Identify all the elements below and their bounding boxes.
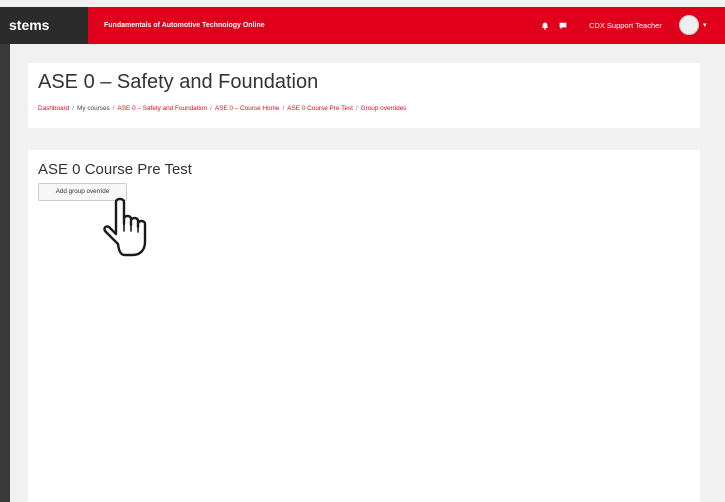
breadcrumb-course[interactable]: ASE 0 – Safety and Foundation bbox=[118, 105, 208, 112]
hand-pointer-icon bbox=[103, 197, 147, 257]
breadcrumb-my-courses: My courses bbox=[77, 105, 110, 112]
breadcrumb: Dashboard / My courses / ASE 0 – Safety and … bbox=[38, 105, 406, 112]
speech-bubble-icon[interactable] bbox=[559, 22, 567, 30]
breadcrumb-pre-test[interactable]: ASE 0 Course Pre Test bbox=[287, 105, 353, 112]
brand-logo[interactable]: stems bbox=[0, 7, 88, 44]
avatar[interactable] bbox=[679, 15, 699, 35]
breadcrumb-separator: / bbox=[72, 105, 75, 112]
breadcrumb-course-home[interactable]: ASE 0 – Course Home bbox=[215, 105, 280, 112]
breadcrumb-separator: / bbox=[210, 105, 212, 112]
section-title: ASE 0 Course Pre Test bbox=[38, 161, 192, 178]
page-title: ASE 0 – Safety and Foundation bbox=[38, 71, 319, 93]
breadcrumb-dashboard[interactable]: Dashboard bbox=[38, 105, 69, 112]
site-name-link[interactable]: Fundamentals of Automotive Technology On… bbox=[104, 7, 265, 44]
chevron-down-icon[interactable]: ▾ bbox=[703, 7, 707, 44]
breadcrumb-separator: / bbox=[112, 105, 115, 112]
top-navbar: stems Fundamentals of Automotive Technol… bbox=[0, 7, 725, 44]
breadcrumb-group-overrides[interactable]: Group overrides bbox=[361, 105, 407, 112]
page-header: ASE 0 – Safety and Foundation Dashboard /… bbox=[28, 63, 700, 128]
sidebar-edge bbox=[0, 44, 10, 502]
breadcrumb-separator: / bbox=[355, 105, 358, 112]
bell-icon[interactable] bbox=[541, 22, 549, 30]
user-menu-name[interactable]: CDX Support Teacher bbox=[589, 7, 662, 44]
